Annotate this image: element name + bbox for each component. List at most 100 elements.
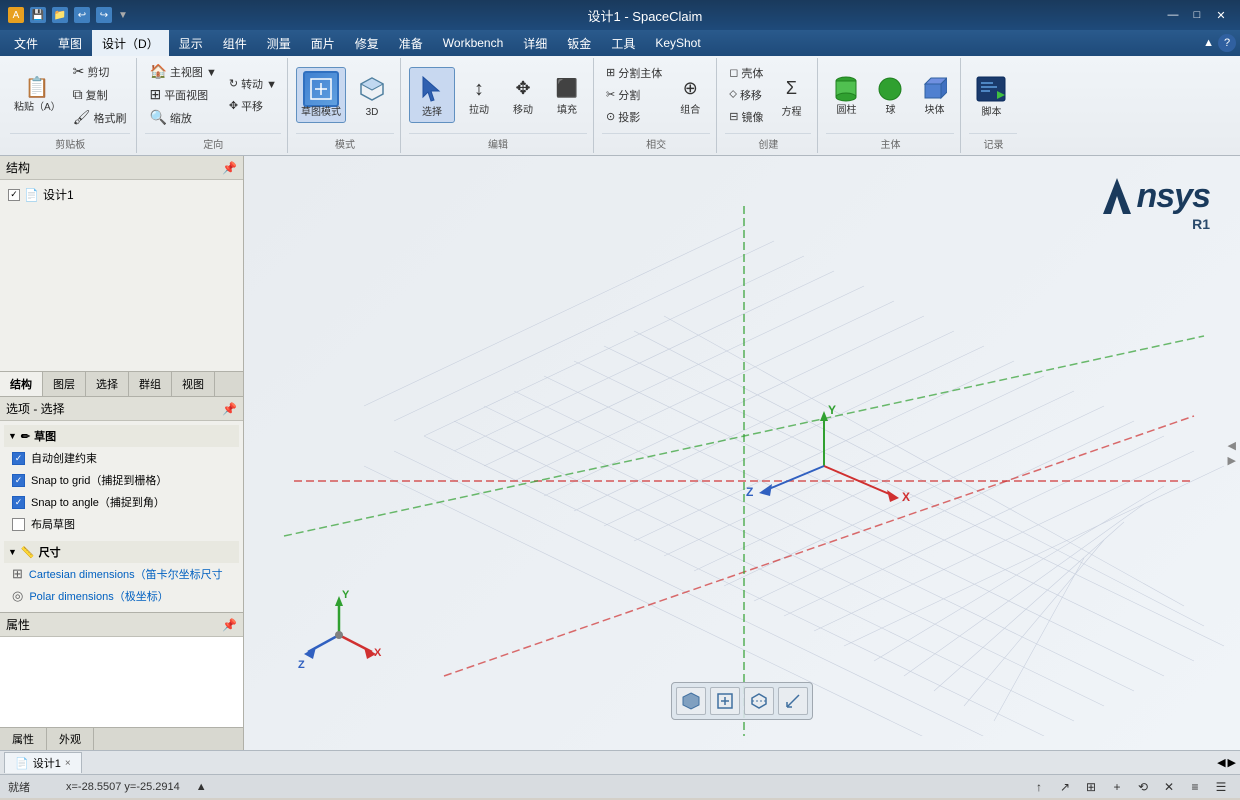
zoom-btn[interactable]: 🔍 缩放 xyxy=(145,107,220,128)
minimize-button[interactable]: — xyxy=(1162,6,1184,24)
block-btn[interactable]: 块体 xyxy=(914,70,954,120)
scroll-down-arrow[interactable]: ▶ xyxy=(1228,454,1236,467)
sketch-mode-icon xyxy=(303,71,339,107)
quick-access-undo[interactable]: ↩ xyxy=(74,7,90,23)
structure-pin[interactable]: 📌 xyxy=(222,161,237,175)
layout-sketch-cb[interactable] xyxy=(12,518,25,531)
main-view-btn[interactable]: 🏠 主视图 ▼ xyxy=(145,61,220,82)
equation-btn[interactable]: Σ 方程 xyxy=(771,68,811,122)
menu-detail[interactable]: 详细 xyxy=(513,30,557,56)
menu-sheetmetal[interactable]: 钣金 xyxy=(557,30,601,56)
sphere-btn[interactable]: 球 xyxy=(870,70,910,120)
options-pin[interactable]: 📌 xyxy=(222,402,237,416)
select-icon xyxy=(414,71,450,107)
menu-workbench[interactable]: Workbench xyxy=(433,30,513,56)
menu-file[interactable]: 文件 xyxy=(4,30,48,56)
3d-mode-btn[interactable]: 3D xyxy=(350,68,394,122)
format-painter-button[interactable]: 🖌 格式刷 xyxy=(69,107,131,128)
cartesian-link[interactable]: Cartesian dimensions（笛卡尔坐标尺寸 xyxy=(29,566,223,582)
measure-btn[interactable] xyxy=(778,687,808,715)
menu-measure[interactable]: 测量 xyxy=(257,30,301,56)
equation-label: 方程 xyxy=(781,107,801,119)
status-btn-5[interactable]: ⟲ xyxy=(1132,778,1154,796)
status-btn-7[interactable]: ≡ xyxy=(1184,778,1206,796)
tab-views[interactable]: 视图 xyxy=(172,372,215,396)
menu-tools[interactable]: 工具 xyxy=(601,30,645,56)
menu-display[interactable]: 显示 xyxy=(169,30,213,56)
attr-tab-properties[interactable]: 属性 xyxy=(0,728,47,750)
tabbar-right-btn[interactable]: ▶ xyxy=(1228,756,1236,769)
dim-arrow: ▼ xyxy=(8,547,17,557)
tab-groups[interactable]: 群组 xyxy=(129,372,172,396)
tree-item-design1[interactable]: ✓ 📄 设计1 xyxy=(4,184,239,205)
mirror-btn[interactable]: ⊟ 镜像 xyxy=(725,107,767,127)
split-btn[interactable]: ✂ 分割 xyxy=(602,85,666,105)
polar-link[interactable]: Polar dimensions（极坐标） xyxy=(29,588,168,604)
offset-btn[interactable]: ⬦ 移移 xyxy=(725,85,767,105)
status-up-icon[interactable]: ▲ xyxy=(196,781,207,793)
pull-btn[interactable]: ↕ 拉动 xyxy=(459,70,499,120)
quick-access-save[interactable]: 💾 xyxy=(30,7,46,23)
quick-access-redo[interactable]: ↪ xyxy=(96,7,112,23)
status-btn-4[interactable]: + xyxy=(1106,778,1128,796)
project-btn[interactable]: ⊙ 投影 xyxy=(602,107,666,127)
menu-sketch[interactable]: 草图 xyxy=(48,30,92,56)
quick-access-folder[interactable]: 📁 xyxy=(52,7,68,23)
paste-button[interactable]: 📋 粘贴（A） xyxy=(10,73,65,117)
status-btn-8[interactable]: ☰ xyxy=(1210,778,1232,796)
create-content: ◻ 壳体 ⬦ 移移 ⊟ 镜像 Σ 方程 xyxy=(725,58,811,131)
menu-design[interactable]: 设计（D） xyxy=(92,30,169,56)
cut-button[interactable]: ✂ 剪切 xyxy=(69,61,131,82)
ribbon-collapse-btn[interactable]: ▲ xyxy=(1203,37,1214,49)
tab-close-btn[interactable]: × xyxy=(65,758,71,769)
viewport[interactable]: nsys R1 xyxy=(244,156,1240,750)
snap-angle-cb[interactable]: ✓ xyxy=(12,496,25,509)
menu-component[interactable]: 组件 xyxy=(213,30,257,56)
sketch-mode-btn[interactable]: 草图模式 xyxy=(296,67,346,123)
menu-keyshot[interactable]: KeyShot xyxy=(645,30,710,56)
maximize-button[interactable]: □ xyxy=(1186,6,1208,24)
move-btn[interactable]: ✥ 移动 xyxy=(503,70,543,120)
view-cube-btn[interactable] xyxy=(676,687,706,715)
combine-btn[interactable]: ⊕ 组合 xyxy=(670,70,710,120)
svg-text:Y: Y xyxy=(342,590,350,601)
status-btn-3[interactable]: ⊞ xyxy=(1080,778,1102,796)
sketch-section-title[interactable]: ▼ ✏ 草图 xyxy=(4,425,239,447)
snap-grid-cb[interactable]: ✓ xyxy=(12,474,25,487)
tabbar-left-btn[interactable]: ◀ xyxy=(1217,756,1225,769)
viewport-tab-design1[interactable]: 📄 设计1 × xyxy=(4,752,82,773)
quick-access-more[interactable]: ▼ xyxy=(118,10,128,21)
select-btn[interactable]: 选择 xyxy=(409,67,455,123)
menu-repair[interactable]: 修复 xyxy=(345,30,389,56)
plane-view-btn[interactable]: ⊞ 平面视图 xyxy=(145,84,220,105)
script-btn[interactable]: 脚本 xyxy=(969,68,1013,122)
auto-constraint-cb[interactable]: ✓ xyxy=(12,452,25,465)
status-btn-6[interactable]: ✕ xyxy=(1158,778,1180,796)
status-btn-1[interactable]: ↑ xyxy=(1028,778,1050,796)
ribbon-group-body: 圆柱 球 块体 主体 xyxy=(820,58,961,153)
scroll-up-arrow[interactable]: ◀ xyxy=(1228,439,1236,452)
rotate-btn[interactable]: ↻ 转动 ▼ xyxy=(225,74,281,94)
section-view-btn[interactable] xyxy=(744,687,774,715)
fill-btn[interactable]: ⬛ 填充 xyxy=(547,70,587,120)
tree-checkbox[interactable]: ✓ xyxy=(8,189,20,201)
attr-content xyxy=(0,637,243,727)
menu-prepare[interactable]: 准备 xyxy=(389,30,433,56)
shell-btn[interactable]: ◻ 壳体 xyxy=(725,63,767,83)
intersect-col: ⊞ 分割主体 ✂ 分割 ⊙ 投影 xyxy=(602,63,666,127)
translate-btn[interactable]: ✥ 平移 xyxy=(225,96,281,116)
close-button[interactable]: ✕ xyxy=(1210,6,1232,24)
dimensions-section-title[interactable]: ▼ 📏 尺寸 xyxy=(4,541,239,563)
tab-selection[interactable]: 选择 xyxy=(86,372,129,396)
split-body-btn[interactable]: ⊞ 分割主体 xyxy=(602,63,666,83)
tab-layers[interactable]: 图层 xyxy=(43,372,86,396)
help-btn[interactable]: ? xyxy=(1218,34,1236,52)
copy-button[interactable]: ⧉ 复制 xyxy=(69,84,131,105)
attr-tab-appearance[interactable]: 外观 xyxy=(47,728,94,750)
menu-facets[interactable]: 面片 xyxy=(301,30,345,56)
status-btn-2[interactable]: ↗ xyxy=(1054,778,1076,796)
cylinder-btn[interactable]: 圆柱 xyxy=(826,70,866,120)
tab-structure[interactable]: 结构 xyxy=(0,372,43,396)
fit-all-btn[interactable] xyxy=(710,687,740,715)
attr-pin[interactable]: 📌 xyxy=(222,618,237,632)
